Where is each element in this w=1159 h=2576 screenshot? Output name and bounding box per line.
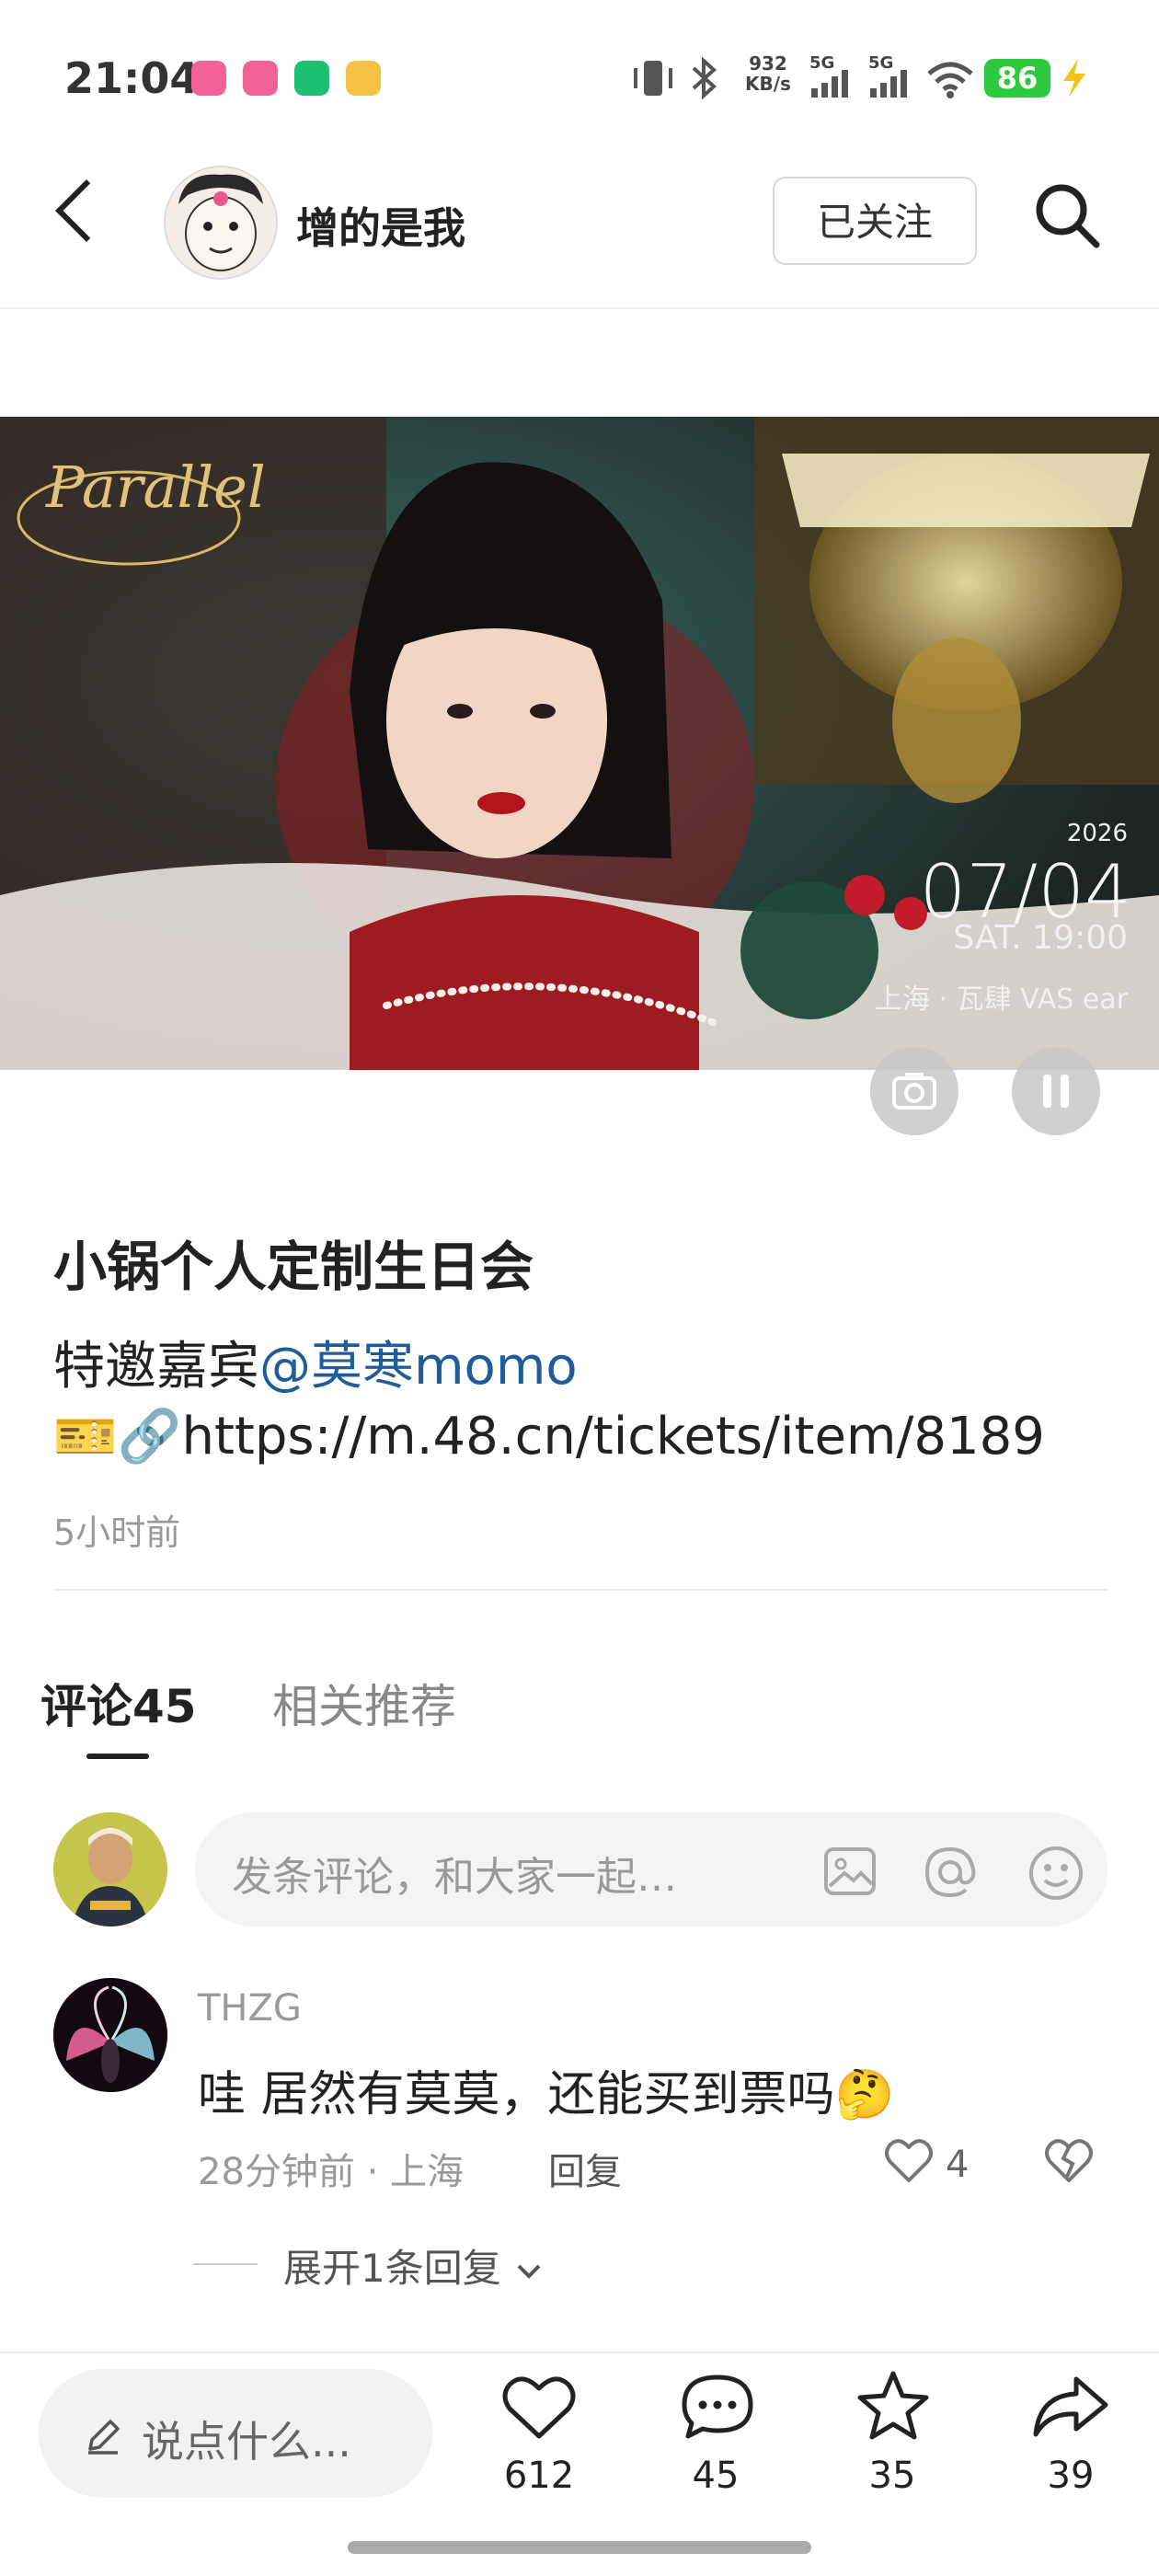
share-icon[interactable] [1030,2372,1111,2442]
video-app-icon [294,61,329,96]
bilibili-icon [191,61,226,96]
comment-text: 哇 居然有莫莫，还能买到票吗🤔 [198,2055,894,2124]
comment-avatar-image [53,1978,167,2092]
bluetooth-icon [692,56,717,100]
hero-logo-text: Parallel [46,454,266,521]
search-icon[interactable] [1034,182,1102,250]
network-speed-value: 932 [749,52,787,75]
status-time: 21:04 [64,53,200,103]
expand-replies-label: 展开1条回复 [283,2246,501,2291]
bilibili-icon [243,61,278,96]
post-title: 小锅个人定制生日会 [53,1236,534,1298]
content-divider [53,1589,1107,1591]
signal-icon [870,70,907,98]
post-image[interactable]: Parallel 2026 07/04 SAT. 19:00 上海 · 瓦肆 V… [0,417,1159,1070]
comment-like-count: 4 [946,2144,970,2186]
network-speed-unit: KB/s [745,73,791,95]
tab-related[interactable]: 相关推荐 [272,1670,456,1736]
back-icon[interactable] [55,179,118,242]
author-avatar-image [166,167,276,278]
camera-button[interactable] [870,1047,958,1135]
vibrate-icon [634,61,672,96]
wifi-icon [927,62,973,98]
favorite-count: 35 [868,2455,916,2497]
comment-meta: 28分钟前 · 上海 [198,2151,465,2193]
bottom-bar-divider [0,2352,1159,2353]
comment-count: 45 [692,2455,740,2497]
post-ticket-line: 🎫🔗https://m.48.cn/tickets/item/8189 [53,1406,1045,1466]
ticket-link[interactable]: https://m.48.cn/tickets/item/8189 [181,1407,1044,1466]
star-icon[interactable] [854,2368,933,2444]
post-time: 5小时前 [53,1512,181,1553]
expand-divider [193,2263,258,2265]
comment-body: 哇 居然有莫莫，还能买到票吗 [198,2067,835,2122]
header-divider [0,307,1159,309]
like-count: 612 [503,2455,575,2497]
comment-username[interactable]: THZG [198,1987,302,2030]
comment-icon[interactable] [679,2372,756,2442]
share-count: 39 [1047,2455,1095,2497]
signal-icon [811,70,848,98]
author-name[interactable]: 增的是我 [296,195,465,256]
guest-prefix: 特邀嘉宾 [53,1337,259,1397]
follow-button[interactable]: 已关注 [773,177,977,265]
hero-year: 2026 [1066,820,1128,847]
hero-venue: 上海 · 瓦肆 VAS ear [874,983,1128,1016]
my-avatar-image [53,1812,167,1926]
comment-avatar[interactable] [53,1978,167,2092]
pause-button[interactable] [1012,1047,1100,1135]
emoji-icon[interactable] [1027,1844,1085,1903]
ticket-link-icon: 🎫🔗 [53,1407,182,1466]
chevron-down-icon [517,2264,541,2279]
battery-indicator: 86 [984,59,1050,98]
comment-input-placeholder: 发条评论，和大家一起… [232,1854,677,1901]
pause-icon [1043,1075,1069,1108]
camera-icon [892,1073,936,1110]
hero-day-time: SAT. 19:00 [953,919,1128,957]
expand-replies-button[interactable]: 展开1条回复 [283,2237,545,2294]
author-avatar[interactable] [164,166,278,280]
my-avatar [53,1812,167,1926]
tab-comments[interactable]: 评论45 [40,1670,197,1736]
image-icon[interactable] [822,1846,878,1897]
guest-mention-link[interactable]: @莫寒momo [259,1337,578,1397]
like-icon[interactable] [883,2136,935,2184]
weibo-icon [346,61,381,96]
charging-icon [1063,59,1085,98]
home-indicator[interactable] [348,2541,811,2554]
dislike-icon[interactable] [1043,2136,1095,2184]
pencil-icon [88,2420,120,2455]
active-tab-indicator [86,1754,149,1759]
reply-button[interactable]: 回复 [548,2142,622,2195]
post-guest-line: 特邀嘉宾@莫寒momo [53,1325,578,1399]
mention-icon[interactable] [922,1844,979,1901]
say-something-placeholder: 说点什么... [142,2417,351,2467]
thinking-emoji: 🤔 [834,2067,895,2122]
like-post-icon[interactable] [500,2372,578,2442]
